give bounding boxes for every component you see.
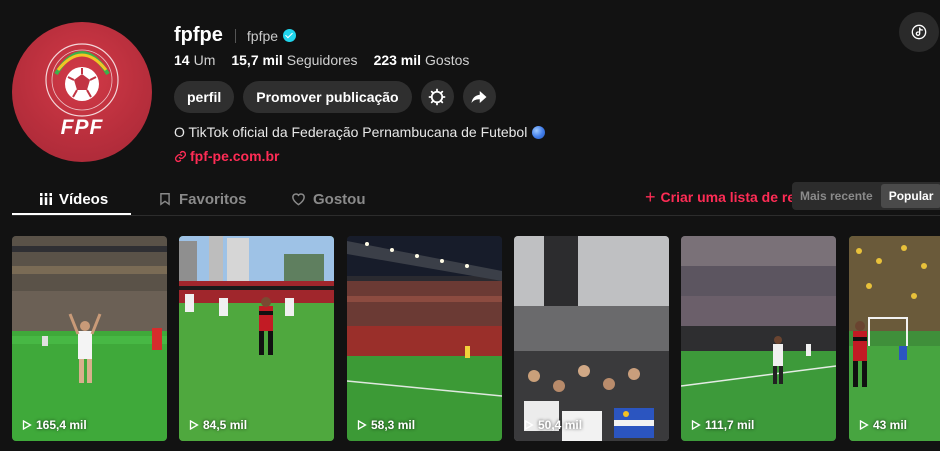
username: fpfpe bbox=[174, 24, 223, 46]
video-thumbnail bbox=[179, 236, 334, 441]
play-icon bbox=[22, 420, 32, 430]
sort-segmented-control: Mais recente Popular M bbox=[792, 182, 940, 210]
plus-icon: + bbox=[645, 187, 656, 207]
view-count-text: 111,7 mil bbox=[705, 418, 755, 432]
view-count: 43 mil bbox=[859, 418, 907, 432]
play-icon bbox=[524, 420, 534, 430]
view-count: 58,3 mil bbox=[357, 418, 415, 432]
tab-label: Vídeos bbox=[59, 190, 109, 208]
share-arrow-icon bbox=[471, 90, 487, 103]
view-count: 50,4 mil bbox=[524, 418, 582, 432]
bookmark-icon bbox=[160, 193, 170, 206]
video-card[interactable]: 50,4 mil bbox=[514, 236, 669, 441]
video-card[interactable]: 84,5 mil bbox=[179, 236, 334, 441]
view-count-text: 84,5 mil bbox=[203, 418, 248, 432]
tiktok-menu-button[interactable] bbox=[899, 12, 939, 52]
link-text: fpf-pe.com.br bbox=[190, 148, 280, 164]
verified-badge-icon bbox=[283, 29, 297, 42]
view-count-text: 43 mil bbox=[873, 418, 908, 432]
profile-stats: 14 Um 15,7 mil Seguidores 223 mil Gostos bbox=[174, 52, 485, 68]
video-thumbnail bbox=[12, 236, 167, 441]
profile-button[interactable]: perfil bbox=[174, 80, 235, 113]
play-icon bbox=[189, 420, 199, 430]
view-count-text: 50,4 mil bbox=[538, 418, 583, 432]
video-card[interactable]: 165,4 mil bbox=[12, 236, 167, 441]
video-thumbnail bbox=[681, 236, 836, 441]
bio-text: O TikTok oficial da Federação Pernambuca… bbox=[174, 124, 528, 140]
video-card[interactable]: 58,3 mil bbox=[347, 236, 502, 441]
profile-title-row: fpfpe fpfpe bbox=[174, 24, 297, 47]
profile-actions: perfil Promover publicação bbox=[174, 80, 505, 113]
heart-icon bbox=[292, 193, 305, 206]
tiktok-note-icon bbox=[911, 24, 927, 40]
tab-favorites[interactable]: Favoritos bbox=[158, 183, 247, 215]
stat-likes: 223 mil Gostos bbox=[374, 52, 470, 68]
video-thumbnail bbox=[514, 236, 669, 441]
stat-value: 15,7 mil bbox=[231, 52, 283, 68]
view-count: 84,5 mil bbox=[189, 418, 247, 432]
video-card[interactable]: 111,7 mil bbox=[681, 236, 836, 441]
grid-icon bbox=[40, 193, 52, 205]
play-icon bbox=[859, 420, 869, 430]
settings-button[interactable] bbox=[420, 80, 454, 113]
sort-popular[interactable]: Popular bbox=[880, 184, 940, 208]
video-thumbnail bbox=[347, 236, 502, 441]
tab-label: Gostou bbox=[313, 190, 366, 208]
tab-label: Favoritos bbox=[179, 190, 247, 208]
active-tab-indicator bbox=[12, 213, 131, 215]
profile-bio: O TikTok oficial da Federação Pernambuca… bbox=[174, 124, 546, 140]
view-count: 111,7 mil bbox=[691, 418, 754, 432]
tab-videos[interactable]: Vídeos bbox=[40, 183, 108, 215]
globe-emoji-icon bbox=[532, 125, 546, 139]
stat-value: 223 mil bbox=[373, 52, 422, 68]
stat-label: Um bbox=[193, 52, 216, 68]
share-button[interactable] bbox=[462, 80, 496, 113]
play-icon bbox=[357, 420, 367, 430]
tab-liked[interactable]: Gostou bbox=[291, 183, 366, 215]
view-count: 165,4 mil bbox=[22, 418, 87, 432]
stat-label: Gostos bbox=[425, 52, 470, 68]
nickname: fpfpe bbox=[246, 27, 279, 44]
profile-link[interactable]: fpf-pe.com.br bbox=[174, 148, 279, 164]
avatar-brand-text: FPF bbox=[60, 116, 104, 139]
stat-value: 14 bbox=[174, 52, 190, 68]
video-thumbnail bbox=[849, 236, 940, 441]
link-icon bbox=[174, 150, 187, 162]
profile-avatar[interactable]: FPF bbox=[12, 22, 152, 162]
view-count-text: 165,4 mil bbox=[36, 418, 87, 432]
promote-post-button[interactable]: Promover publicação bbox=[243, 80, 412, 113]
view-count-text: 58,3 mil bbox=[371, 418, 416, 432]
stat-label: Seguidores bbox=[286, 52, 358, 68]
divider bbox=[234, 28, 236, 43]
sort-latest[interactable]: Mais recente bbox=[792, 184, 881, 208]
video-card[interactable]: 43 mil bbox=[849, 236, 940, 441]
stat-followers[interactable]: 15,7 mil Seguidores bbox=[231, 52, 357, 68]
fpf-logo-icon bbox=[45, 43, 119, 117]
stat-following[interactable]: 14 Um bbox=[174, 52, 215, 68]
gear-icon bbox=[428, 88, 446, 105]
play-icon bbox=[691, 420, 701, 430]
